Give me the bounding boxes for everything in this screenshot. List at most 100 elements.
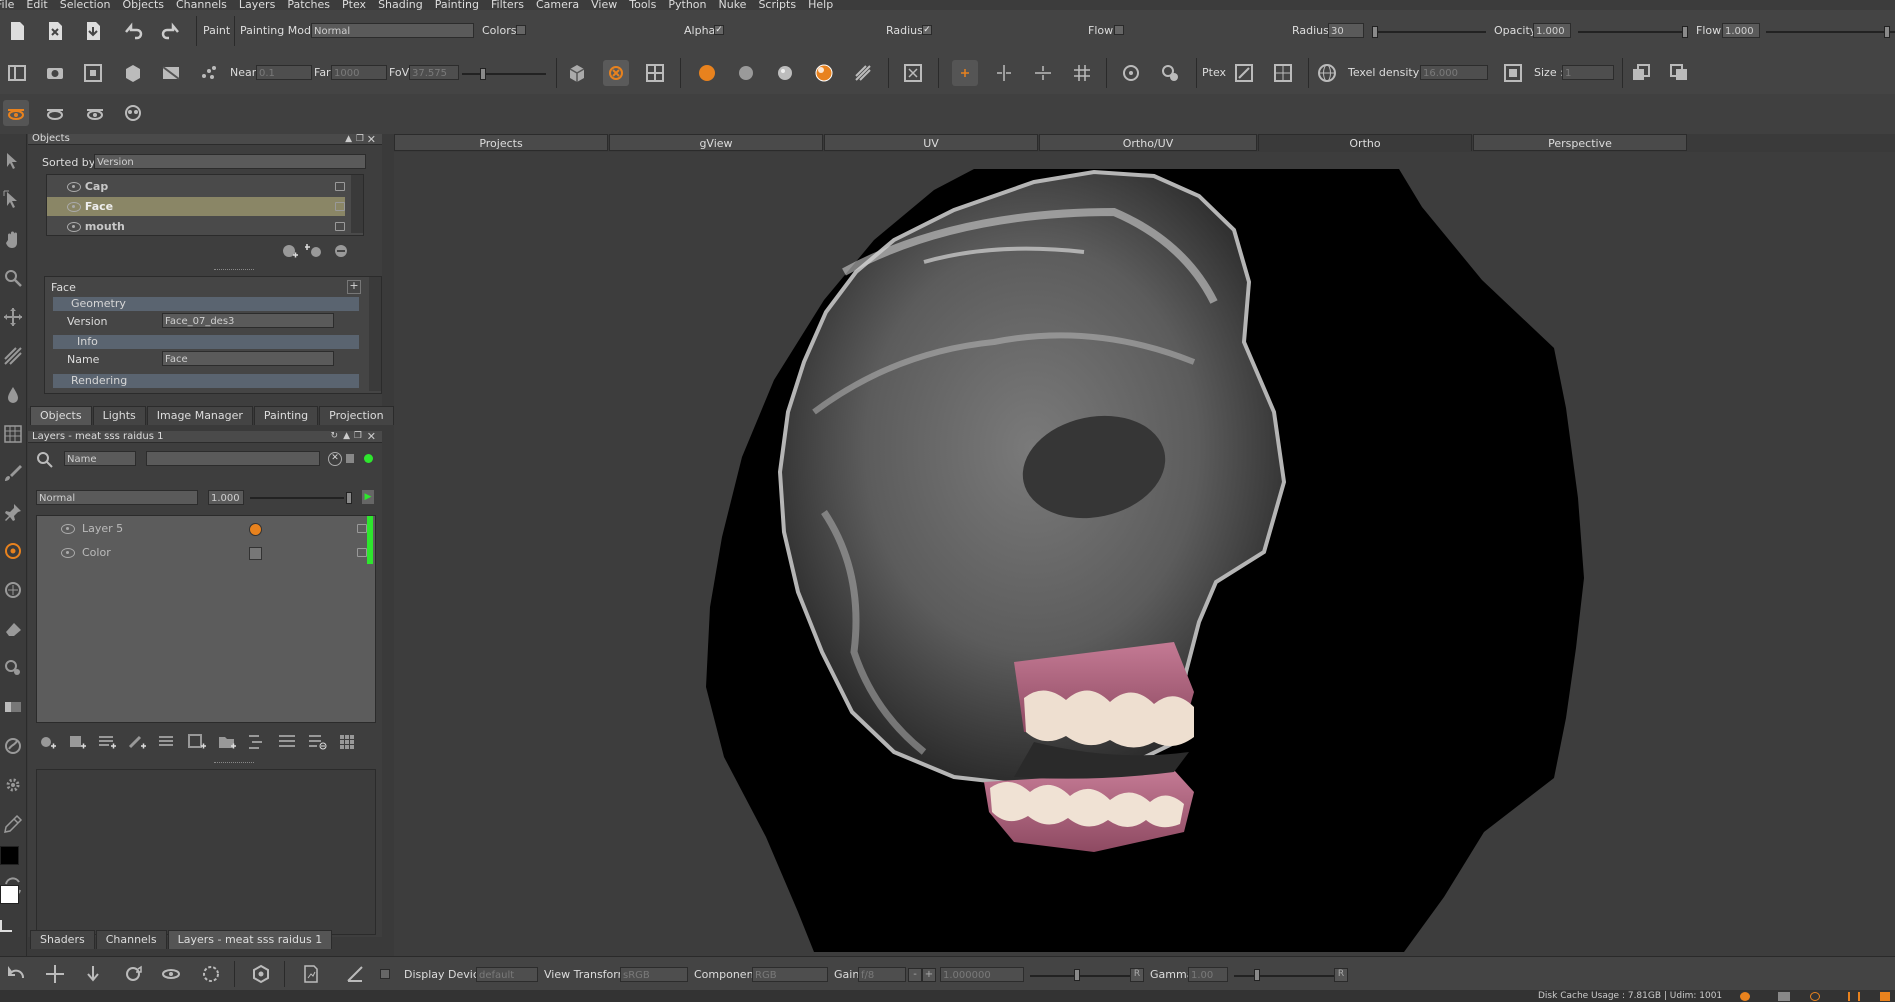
sphere-lit-icon[interactable] bbox=[811, 60, 837, 86]
tab-layers[interactable]: Layers - meat sss raidus 1 bbox=[167, 930, 333, 949]
tab-lights[interactable]: Lights bbox=[92, 406, 146, 425]
tab-projection[interactable]: Projection bbox=[319, 406, 394, 425]
eye-icon[interactable] bbox=[67, 222, 81, 232]
flow-checkbox[interactable] bbox=[1114, 25, 1124, 35]
orbit-icon[interactable] bbox=[158, 961, 184, 987]
copy-layers-icon[interactable] bbox=[1628, 60, 1654, 86]
layers-refresh-icon[interactable]: ↻ bbox=[330, 431, 338, 441]
close-file-icon[interactable] bbox=[42, 18, 68, 44]
layer-texture-icon[interactable] bbox=[249, 547, 262, 560]
object-row-face[interactable]: Face bbox=[47, 197, 345, 216]
objects-list-scrollbar[interactable] bbox=[351, 175, 363, 233]
toggle-panels-icon[interactable] bbox=[4, 60, 30, 86]
layer-opacity-knob[interactable] bbox=[346, 492, 352, 504]
blur-icon[interactable] bbox=[0, 577, 26, 603]
tab-image-manager[interactable]: Image Manager bbox=[146, 406, 253, 425]
panel-close-icon[interactable]: ✕ bbox=[367, 133, 376, 146]
pan-hand-icon[interactable] bbox=[0, 226, 26, 252]
new-file-icon[interactable] bbox=[4, 18, 30, 44]
eye-icon[interactable] bbox=[61, 548, 75, 558]
new-adjust-layer-icon[interactable] bbox=[94, 729, 120, 755]
version-select[interactable]: Face_07_des3 bbox=[162, 313, 334, 328]
multi-eye-icon[interactable] bbox=[120, 100, 146, 126]
symmetry-xy-icon[interactable] bbox=[1069, 60, 1095, 86]
menu-filters[interactable]: Filters bbox=[491, 0, 524, 10]
panel-maximize-icon[interactable]: ❐ bbox=[356, 134, 364, 144]
view-transform-select[interactable]: sRGB bbox=[620, 967, 688, 982]
shaded-sphere-orange-icon[interactable] bbox=[694, 60, 720, 86]
globe-icon[interactable] bbox=[1314, 60, 1340, 86]
rendering-section[interactable]: Rendering bbox=[53, 374, 359, 388]
symmetry-none-icon[interactable] bbox=[952, 60, 978, 86]
gain-plus-button[interactable]: + bbox=[922, 968, 936, 982]
menu-shading[interactable]: Shading bbox=[378, 0, 423, 10]
cube-paint-icon[interactable] bbox=[564, 60, 590, 86]
fov-slider-knob[interactable] bbox=[480, 68, 486, 80]
menu-view[interactable]: View bbox=[591, 0, 617, 10]
hide-eye-icon[interactable] bbox=[82, 100, 108, 126]
name-input[interactable]: Face bbox=[162, 351, 334, 366]
menu-scripts[interactable]: Scripts bbox=[758, 0, 796, 10]
layer-filter-input[interactable] bbox=[146, 451, 320, 466]
menu-selection[interactable]: Selection bbox=[60, 0, 111, 10]
tab-projects[interactable]: Projects bbox=[394, 134, 608, 151]
display-device-checkbox[interactable] bbox=[380, 969, 390, 979]
merge-layers-icon[interactable] bbox=[244, 729, 270, 755]
new-channel-layer-icon[interactable] bbox=[154, 729, 180, 755]
gamma-slider[interactable] bbox=[1234, 975, 1334, 977]
undo-view-icon[interactable] bbox=[4, 961, 30, 987]
new-procedural-layer-icon[interactable] bbox=[124, 729, 150, 755]
tab-objects[interactable]: Objects bbox=[30, 406, 92, 425]
lock-icon[interactable] bbox=[335, 222, 345, 231]
layer-search-icon[interactable] bbox=[32, 447, 58, 473]
gain-reset-button[interactable]: R bbox=[1130, 968, 1144, 982]
opacity-slider-knob[interactable] bbox=[1682, 26, 1688, 38]
splitter-handle[interactable] bbox=[214, 269, 254, 273]
layer-list-icon[interactable] bbox=[274, 729, 300, 755]
menu-channels[interactable]: Channels bbox=[176, 0, 227, 10]
sphere-light-icon[interactable] bbox=[772, 60, 798, 86]
properties-scrollbar[interactable] bbox=[369, 277, 381, 391]
filter-toggle-icon[interactable] bbox=[346, 454, 354, 463]
filter-status-icon[interactable] bbox=[364, 454, 373, 463]
add-property-icon[interactable]: + bbox=[347, 280, 361, 294]
flow-input[interactable]: 1.000 bbox=[1722, 23, 1760, 38]
texel-density-input[interactable]: 16.000 bbox=[1420, 65, 1488, 80]
symmetry-y-icon[interactable] bbox=[1030, 60, 1056, 86]
lock-icon[interactable] bbox=[357, 524, 367, 533]
import-object-icon[interactable] bbox=[302, 238, 328, 264]
brush-active-icon[interactable] bbox=[603, 60, 629, 86]
menu-objects[interactable]: Objects bbox=[122, 0, 164, 10]
info-section[interactable]: Info bbox=[53, 335, 359, 349]
gain-select[interactable]: f/8 bbox=[858, 967, 906, 982]
gamma-reset-button[interactable]: R bbox=[1334, 968, 1348, 982]
painting-mode-select[interactable]: Normal bbox=[311, 23, 474, 38]
layer-opacity-slider[interactable] bbox=[250, 497, 344, 499]
panel-float-icon[interactable]: ▲ bbox=[345, 134, 352, 144]
layers-close-icon[interactable]: ✕ bbox=[367, 430, 376, 443]
frame-icon[interactable] bbox=[80, 60, 106, 86]
new-layer-icon[interactable] bbox=[34, 729, 60, 755]
gain-slider-knob[interactable] bbox=[1074, 969, 1080, 981]
radius-slider-knob[interactable] bbox=[1372, 26, 1378, 38]
paste-layers-icon[interactable] bbox=[1666, 60, 1692, 86]
component-select[interactable]: RGB bbox=[752, 967, 828, 982]
menu-edit[interactable]: Edit bbox=[26, 0, 47, 10]
layer-opacity-input[interactable]: 1.000 bbox=[208, 490, 244, 505]
new-group-icon[interactable] bbox=[184, 729, 210, 755]
camera-icon[interactable] bbox=[42, 60, 68, 86]
texel-apply-icon[interactable] bbox=[1500, 60, 1526, 86]
drop-icon[interactable] bbox=[0, 382, 26, 408]
radius-input[interactable]: 30 bbox=[1328, 23, 1364, 38]
layer-row-layer5[interactable]: Layer 5 bbox=[37, 519, 373, 538]
arrow-down-icon[interactable] bbox=[80, 961, 106, 987]
paint-eye-icon[interactable] bbox=[3, 100, 29, 126]
new-folder-icon[interactable] bbox=[214, 729, 240, 755]
sorted-by-select[interactable]: Version bbox=[94, 154, 366, 169]
menu-layers[interactable]: Layers bbox=[239, 0, 275, 10]
layer-grid-icon[interactable] bbox=[334, 729, 360, 755]
menu-painting[interactable]: Painting bbox=[435, 0, 479, 10]
sphere-grey-icon[interactable] bbox=[733, 60, 759, 86]
wireframe-icon[interactable] bbox=[850, 60, 876, 86]
fov-slider[interactable] bbox=[462, 73, 546, 75]
